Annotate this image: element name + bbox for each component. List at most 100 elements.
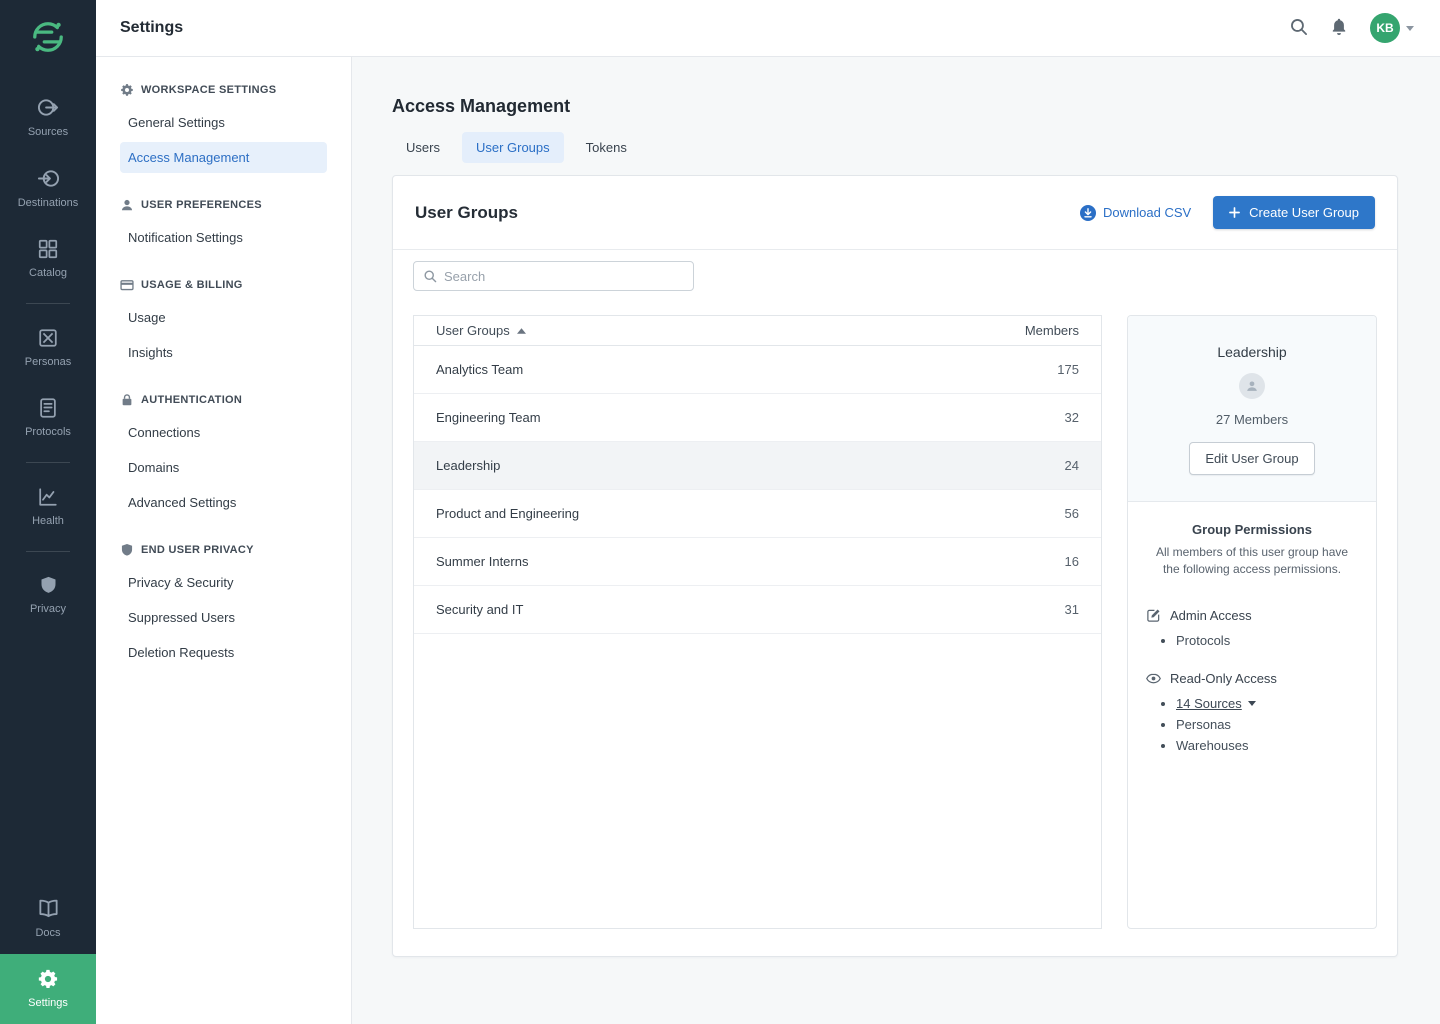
- sidebar-item-catalog[interactable]: Catalog: [0, 224, 96, 294]
- page-title: Access Management: [392, 97, 1398, 115]
- table-row-engineering-team[interactable]: Engineering Team 32: [414, 394, 1101, 442]
- gear-icon: [120, 83, 134, 97]
- sidebar-item-health[interactable]: Health: [0, 472, 96, 542]
- settings-nav-deletion-requests[interactable]: Deletion Requests: [120, 637, 327, 668]
- download-icon: [1080, 205, 1096, 221]
- settings-nav-insights[interactable]: Insights: [120, 337, 327, 368]
- settings-section-workspace: WORKSPACE SETTINGS General Settings Acce…: [120, 83, 327, 173]
- privacy-shield-icon: [38, 575, 59, 596]
- segment-logo[interactable]: [30, 0, 66, 72]
- user-groups-table: User Groups Members Analytics Team 175: [413, 315, 1102, 929]
- settings-section-user-preferences: USER PREFERENCES Notification Settings: [120, 198, 327, 253]
- settings-section-heading-label: WORKSPACE SETTINGS: [141, 84, 276, 96]
- create-user-group-button[interactable]: Create User Group: [1213, 196, 1375, 229]
- column-header-user-groups[interactable]: User Groups: [436, 323, 526, 338]
- user-icon: [120, 198, 134, 212]
- settings-gear-icon: [37, 968, 59, 990]
- table-row-product-and-engineering[interactable]: Product and Engineering 56: [414, 490, 1101, 538]
- admin-access-group: Admin Access Protocols: [1146, 608, 1358, 651]
- sidebar-item-label: Settings: [28, 997, 68, 1009]
- card-actions: Download CSV Create User Group: [1080, 196, 1375, 229]
- settings-sidebar: WORKSPACE SETTINGS General Settings Acce…: [96, 57, 352, 1024]
- column-header-members: Members: [1025, 323, 1079, 338]
- sidebar-item-docs[interactable]: Docs: [0, 883, 96, 954]
- admin-access-label: Admin Access: [1170, 608, 1252, 623]
- search-button[interactable]: [1289, 17, 1308, 39]
- sources-icon: [37, 96, 60, 119]
- read-only-list: 14 Sources Personas Warehouses: [1146, 693, 1358, 756]
- create-user-group-label: Create User Group: [1249, 205, 1359, 220]
- tab-tokens[interactable]: Tokens: [572, 132, 641, 163]
- column-label: User Groups: [436, 323, 510, 338]
- group-summary: Leadership 27 Members Edit User Group: [1128, 316, 1376, 502]
- admin-access-list: Protocols: [1146, 630, 1358, 651]
- group-members: 56: [1065, 506, 1079, 521]
- table-row-analytics-team[interactable]: Analytics Team 175: [414, 346, 1101, 394]
- chevron-down-icon: [1406, 26, 1414, 31]
- notifications-button[interactable]: [1330, 18, 1348, 39]
- card-icon: [120, 278, 134, 292]
- sidebar-item-protocols[interactable]: Protocols: [0, 383, 96, 453]
- settings-section-end-user-privacy: END USER PRIVACY Privacy & Security Supp…: [120, 543, 327, 668]
- settings-nav-domains[interactable]: Domains: [120, 452, 327, 483]
- settings-section-heading: USAGE & BILLING: [120, 278, 327, 292]
- permission-item: 14 Sources: [1176, 693, 1358, 714]
- settings-nav-suppressed-users[interactable]: Suppressed Users: [120, 602, 327, 633]
- sidebar-item-sources[interactable]: Sources: [0, 82, 96, 153]
- settings-section-authentication: AUTHENTICATION Connections Domains Advan…: [120, 393, 327, 518]
- rail-divider: [26, 551, 70, 552]
- user-groups-card: User Groups Download CSV Cre: [392, 175, 1398, 957]
- personas-icon: [37, 327, 59, 349]
- sources-count-link[interactable]: 14 Sources: [1176, 693, 1256, 714]
- group-members: 31: [1065, 602, 1079, 617]
- sidebar-item-personas[interactable]: Personas: [0, 313, 96, 383]
- rail-divider: [26, 303, 70, 304]
- main-content: Access Management Users User Groups Toke…: [352, 57, 1440, 1024]
- edit-user-group-button[interactable]: Edit User Group: [1189, 442, 1314, 475]
- settings-section-heading: AUTHENTICATION: [120, 393, 327, 407]
- read-only-label: Read-Only Access: [1170, 671, 1277, 686]
- settings-nav-general-settings[interactable]: General Settings: [120, 107, 327, 138]
- settings-nav-notification-settings[interactable]: Notification Settings: [120, 222, 327, 253]
- user-menu[interactable]: KB: [1370, 13, 1414, 43]
- sidebar-item-label: Docs: [35, 927, 60, 939]
- table-row-leadership[interactable]: Leadership 24: [414, 442, 1101, 490]
- settings-section-heading-label: AUTHENTICATION: [141, 394, 242, 406]
- sidebar-item-label: Protocols: [25, 426, 71, 438]
- search-input[interactable]: [444, 269, 684, 284]
- table-row-summer-interns[interactable]: Summer Interns 16: [414, 538, 1101, 586]
- settings-nav-privacy-security[interactable]: Privacy & Security: [120, 567, 327, 598]
- table-row-security-and-it[interactable]: Security and IT 31: [414, 586, 1101, 634]
- user-icon: [1245, 379, 1259, 393]
- tab-users[interactable]: Users: [392, 132, 454, 163]
- group-members: 24: [1065, 458, 1079, 473]
- sort-ascending-icon: [517, 328, 526, 334]
- sidebar-item-label: Personas: [25, 356, 71, 368]
- table-header: User Groups Members: [414, 316, 1101, 346]
- settings-nav-access-management[interactable]: Access Management: [120, 142, 327, 173]
- download-csv-button[interactable]: Download CSV: [1080, 205, 1191, 221]
- read-only-label-row: Read-Only Access: [1146, 671, 1358, 686]
- group-name: Security and IT: [436, 602, 523, 617]
- detail-group-name: Leadership: [1144, 344, 1360, 360]
- shield-icon: [120, 543, 134, 557]
- group-name: Analytics Team: [436, 362, 523, 377]
- settings-section-heading-label: USER PREFERENCES: [141, 199, 262, 211]
- sidebar-item-privacy[interactable]: Privacy: [0, 561, 96, 630]
- group-members: 175: [1057, 362, 1079, 377]
- sidebar-item-destinations[interactable]: Destinations: [0, 153, 96, 224]
- avatar: KB: [1370, 13, 1400, 43]
- read-only-access-group: Read-Only Access 14 Sources: [1146, 671, 1358, 756]
- card-title: User Groups: [415, 203, 518, 223]
- settings-nav-connections[interactable]: Connections: [120, 417, 327, 448]
- settings-nav-usage[interactable]: Usage: [120, 302, 327, 333]
- rail-nav: Sources Destinations Catalog Personas P: [0, 72, 96, 1024]
- settings-nav-advanced-settings[interactable]: Advanced Settings: [120, 487, 327, 518]
- sidebar-item-label: Privacy: [30, 603, 66, 615]
- catalog-icon: [37, 238, 59, 260]
- health-icon: [37, 486, 59, 508]
- settings-section-heading: WORKSPACE SETTINGS: [120, 83, 327, 97]
- sidebar-item-label: Health: [32, 515, 64, 527]
- tab-user-groups[interactable]: User Groups: [462, 132, 564, 163]
- sidebar-item-settings[interactable]: Settings: [0, 954, 96, 1024]
